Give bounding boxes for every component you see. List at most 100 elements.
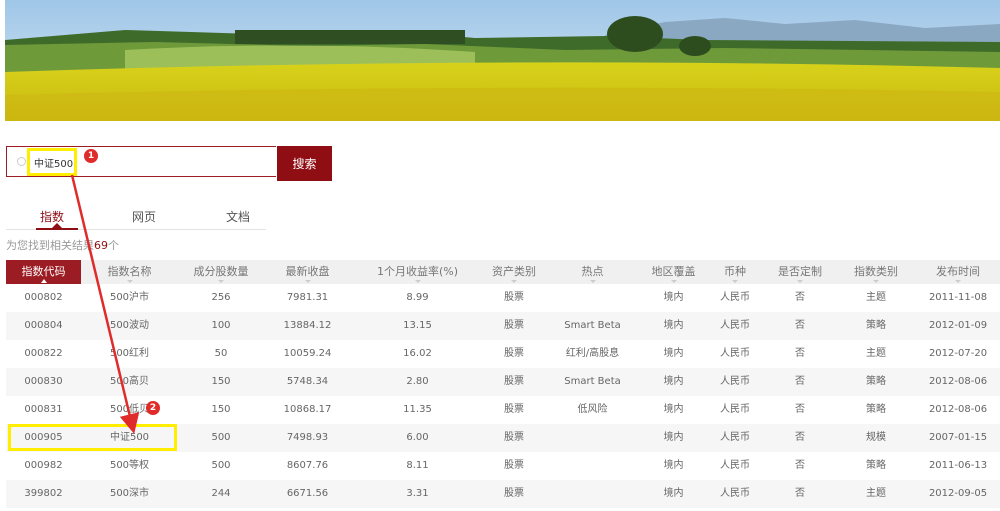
cell-currency: 人民币 [720, 320, 750, 331]
table-row[interactable]: 399802 500深市 244 6671.56 3.31 股票 境内 人民币 否 主题 2012-… [6, 480, 1000, 508]
cell-name[interactable]: 500高贝 [81, 368, 178, 396]
tab-docs[interactable]: 文档 [226, 208, 250, 225]
col-header-customized[interactable]: 是否定制 [764, 260, 836, 284]
cell-asset-class: 股票 [504, 404, 524, 415]
cell-constituents: 256 [211, 292, 231, 303]
cell-return-1m: 11.35 [403, 404, 432, 415]
sort-icon [40, 279, 47, 283]
cell-customized: 否 [795, 404, 805, 415]
search-input-value: 中证500 [34, 159, 74, 170]
col-header-category[interactable]: 指数类别 [836, 260, 916, 284]
cell-close: 6671.56 [286, 488, 329, 499]
cell-customized: 否 [795, 432, 805, 443]
col-header-name[interactable]: 指数名称 [81, 260, 178, 284]
cell-category: 策略 [866, 320, 886, 331]
cell-hot-topic: 低风险 [577, 404, 608, 415]
cell-name[interactable]: 500沪市 [81, 284, 178, 312]
cell-customized: 否 [795, 320, 805, 331]
col-header-region[interactable]: 地区覆盖 [641, 260, 706, 284]
cell-constituents: 150 [211, 404, 231, 415]
cell-currency: 人民币 [720, 376, 750, 387]
cell-close: 7981.31 [286, 292, 329, 303]
cell-name[interactable]: 500低贝 [81, 396, 178, 424]
col-header-hot-topic[interactable]: 热点 [544, 260, 641, 284]
sort-icon [732, 280, 738, 283]
cell-customized: 否 [795, 488, 805, 499]
index-table: 指数代码 指数名称 成分股数量 最新收盘 1个月收益率(%) 资产类别 热点 地区覆盖 币种 是否… [6, 260, 1000, 508]
cell-return-1m: 2.80 [406, 376, 429, 387]
cell-asset-class: 股票 [504, 432, 524, 443]
cell-category: 主题 [866, 292, 886, 303]
cell-category: 策略 [866, 376, 886, 387]
cell-name[interactable]: 500等权 [81, 452, 178, 480]
cell-category: 主题 [866, 348, 886, 359]
table-row[interactable]: 000802 500沪市 256 7981.31 8.99 股票 境内 人民币 否 主题 2011-… [6, 284, 1000, 312]
cell-close: 5748.34 [286, 376, 329, 387]
cell-currency: 人民币 [720, 292, 750, 303]
table-row[interactable]: 000905 中证500 500 7498.93 6.00 股票 境内 人民币 否 规模 2007-… [6, 424, 1000, 452]
cell-close: 10868.17 [283, 404, 332, 415]
cell-constituents: 500 [211, 432, 231, 443]
cell-code: 000822 [24, 348, 63, 359]
sort-icon [304, 280, 311, 283]
cell-name[interactable]: 500深市 [81, 480, 178, 508]
cell-currency: 人民币 [720, 404, 750, 415]
cell-hot-topic [544, 284, 641, 312]
search-button[interactable]: 搜索 [277, 146, 332, 181]
col-header-currency[interactable]: 币种 [706, 260, 764, 284]
table-row[interactable]: 000982 500等权 500 8607.76 8.11 股票 境内 人民币 否 策略 2011-… [6, 452, 1000, 480]
tab-web[interactable]: 网页 [132, 208, 156, 225]
table-row[interactable]: 000830 500高贝 150 5748.34 2.80 股票 Smart Beta 境内 人… [6, 368, 1000, 396]
cell-hot-topic [544, 424, 641, 452]
annotation-badge-1: 1 [84, 149, 98, 163]
cell-asset-class: 股票 [504, 488, 524, 499]
sort-icon [414, 280, 421, 283]
cell-code: 000905 [24, 432, 63, 443]
col-header-asset-class[interactable]: 资产类别 [484, 260, 544, 284]
result-tabs: 指数 网页 文档 [6, 204, 266, 230]
cell-region: 境内 [663, 348, 684, 359]
cell-name[interactable]: 500波动 [81, 312, 178, 340]
cell-currency: 人民币 [720, 348, 750, 359]
cell-release-date: 2012-08-06 [928, 404, 988, 415]
cell-category: 规模 [866, 432, 886, 443]
cell-asset-class: 股票 [504, 348, 524, 359]
sort-icon [589, 280, 596, 283]
cell-return-1m: 16.02 [403, 348, 432, 359]
cell-hot-topic: 红利/高股息 [565, 348, 620, 359]
sort-icon [873, 280, 879, 283]
cell-region: 境内 [663, 460, 684, 471]
cell-name[interactable]: 中证500 [81, 424, 178, 452]
cell-return-1m: 8.11 [406, 460, 429, 471]
cell-currency: 人民币 [720, 432, 750, 443]
cell-hot-topic: Smart Beta [564, 320, 621, 331]
radio-icon[interactable] [17, 157, 26, 166]
cell-asset-class: 股票 [504, 376, 524, 387]
cell-code: 000830 [24, 376, 63, 387]
col-header-close[interactable]: 最新收盘 [264, 260, 351, 284]
cell-category: 主题 [866, 488, 886, 499]
cell-return-1m: 8.99 [406, 292, 429, 303]
col-header-return-1m[interactable]: 1个月收益率(%) [351, 260, 484, 284]
cell-close: 7498.93 [286, 432, 329, 443]
table-row[interactable]: 000804 500波动 100 13884.12 13.15 股票 Smart Beta 境… [6, 312, 1000, 340]
cell-return-1m: 6.00 [406, 432, 429, 443]
cell-region: 境内 [663, 292, 684, 303]
col-header-constituents[interactable]: 成分股数量 [178, 260, 264, 284]
cell-name[interactable]: 500红利 [81, 340, 178, 368]
cell-constituents: 500 [211, 460, 231, 471]
cell-release-date: 2011-11-08 [928, 292, 988, 303]
cell-hot-topic [544, 480, 641, 508]
cell-region: 境内 [663, 404, 684, 415]
cell-region: 境内 [663, 488, 684, 499]
cell-code: 000802 [24, 292, 63, 303]
annotation-badge-2: 2 [146, 401, 160, 415]
col-header-release-date[interactable]: 发布时间 [916, 260, 1000, 284]
active-tab-indicator [36, 228, 78, 230]
search-input[interactable]: 中证500 [6, 146, 276, 177]
cell-hot-topic: Smart Beta [564, 376, 621, 387]
table-row[interactable]: 000822 500红利 50 10059.24 16.02 股票 红利/高股息 境内 人民币 否… [6, 340, 1000, 368]
col-header-code[interactable]: 指数代码 [6, 260, 81, 284]
cell-release-date: 2012-07-20 [928, 348, 988, 359]
result-count-number: 69 [94, 239, 108, 252]
